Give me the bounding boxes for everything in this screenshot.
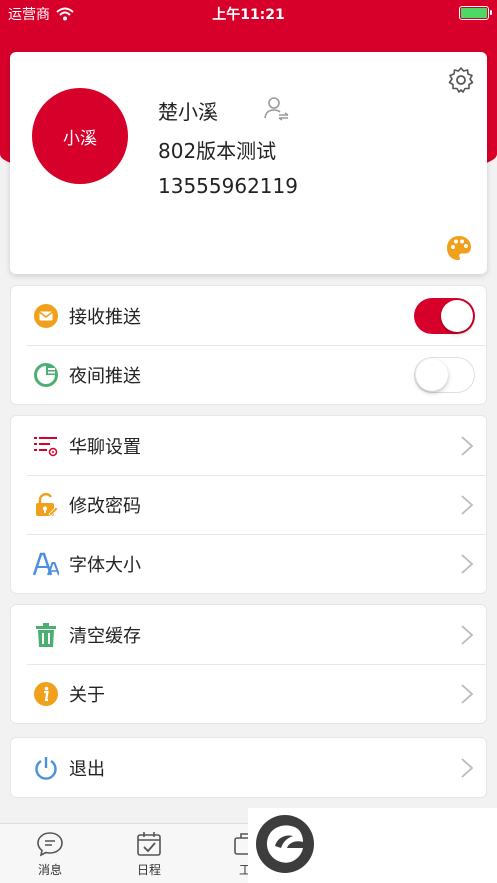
change-password-label: 修改密码 — [69, 495, 141, 517]
chevron-right-icon — [461, 625, 474, 645]
account-settings-group: 华聊设置 修改密码 字体大小 — [10, 415, 487, 594]
battery-icon — [459, 6, 492, 20]
chevron-right-icon — [461, 554, 474, 574]
profile-name: 楚小溪 — [158, 100, 218, 124]
mail-icon — [33, 303, 59, 329]
info-icon — [33, 681, 59, 707]
tab-schedule[interactable]: 日程 — [119, 830, 179, 878]
avatar[interactable]: 小溪 — [32, 88, 128, 184]
logout-row[interactable]: 退出 — [11, 738, 486, 797]
hualiao-settings-label: 华聊设置 — [69, 436, 141, 458]
night-push-label: 夜间推送 — [69, 365, 141, 387]
calendar-icon — [137, 832, 161, 856]
profile-card[interactable]: 小溪 楚小溪 802版本测试 13555962119 — [10, 52, 487, 274]
about-row[interactable]: 关于 — [11, 664, 486, 723]
chat-icon — [37, 832, 63, 857]
chevron-right-icon — [461, 436, 474, 456]
trash-icon — [33, 622, 59, 648]
list-settings-icon — [33, 433, 59, 459]
tab-messages[interactable]: 消息 — [20, 830, 80, 878]
tab-schedule-label: 日程 — [136, 863, 161, 877]
hualiao-settings-row[interactable]: 华聊设置 — [11, 416, 486, 475]
tab-messages-label: 消息 — [37, 863, 62, 877]
gear-icon[interactable] — [447, 66, 475, 94]
night-push-row: 夜间推送 — [11, 345, 486, 404]
lock-icon — [33, 492, 59, 518]
moon-icon — [33, 362, 59, 388]
chevron-right-icon — [461, 495, 474, 515]
font-size-row[interactable]: 字体大小 — [11, 534, 486, 593]
receive-push-row: 接收推送 — [11, 286, 486, 345]
font-size-label: 字体大小 — [69, 554, 141, 576]
about-label: 关于 — [69, 684, 105, 706]
change-password-row[interactable]: 修改密码 — [11, 475, 486, 534]
profile-organization: 802版本测试 — [158, 139, 277, 163]
chevron-right-icon — [461, 758, 474, 778]
profile-phone: 13555962119 — [158, 174, 298, 198]
status-bar: 运营商 上午11:21 — [0, 0, 497, 26]
power-icon — [33, 755, 59, 781]
misc-group: 清空缓存 关于 — [10, 604, 487, 724]
night-push-toggle[interactable] — [414, 357, 475, 393]
palette-icon[interactable] — [445, 234, 473, 262]
push-settings-group: 接收推送 夜间推送 — [10, 285, 487, 405]
receive-push-toggle[interactable] — [414, 298, 475, 334]
switch-user-icon[interactable] — [262, 94, 290, 122]
logout-label: 退出 — [69, 758, 105, 780]
logout-group: 退出 — [10, 737, 487, 798]
chevron-right-icon — [461, 684, 474, 704]
receive-push-label: 接收推送 — [69, 306, 141, 328]
app-logo-icon — [256, 815, 314, 873]
clear-cache-label: 清空缓存 — [69, 625, 141, 647]
clear-cache-row[interactable]: 清空缓存 — [11, 605, 486, 664]
status-time: 上午11:21 — [212, 7, 285, 23]
font-size-icon — [33, 551, 59, 577]
